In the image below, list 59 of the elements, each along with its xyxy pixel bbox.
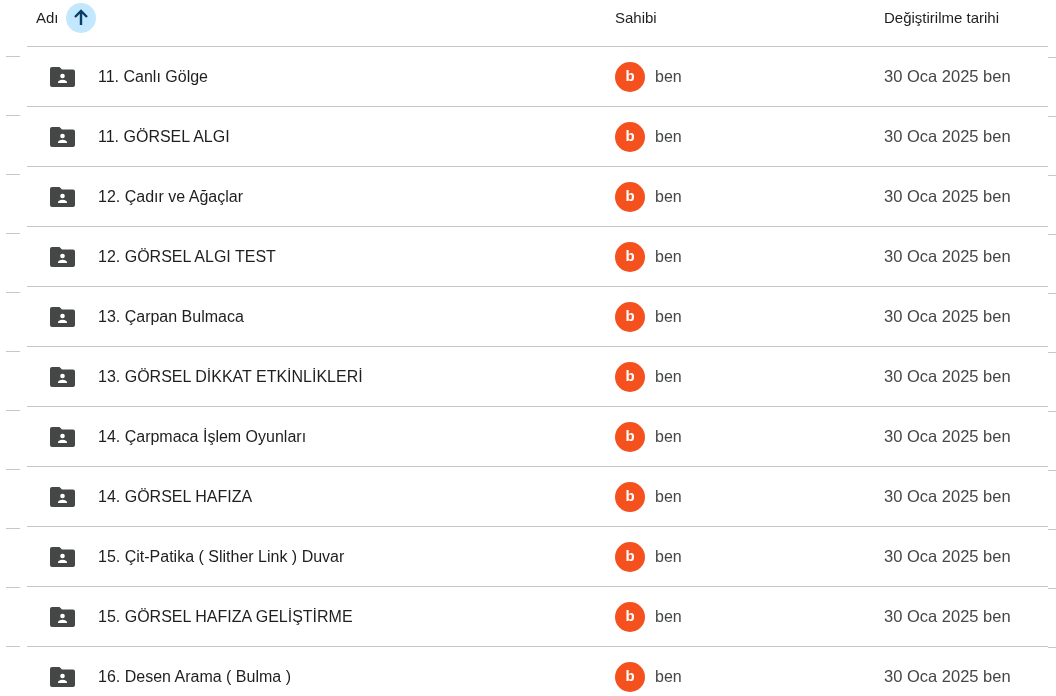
owner-avatar: b [615,541,645,572]
folder-name: 15. GÖRSEL HAFIZA GELİŞTİRME [98,606,353,627]
folder-person-icon [50,186,75,207]
folder-name: 14. GÖRSEL HAFIZA [98,486,253,507]
folder-person-icon [50,306,75,327]
modified-date: 30 Oca 2025 ben [884,546,1011,568]
folder-name: 11. GÖRSEL ALGI [98,126,230,147]
modified-date: 30 Oca 2025 ben [884,246,1011,268]
modified-date: 30 Oca 2025 ben [884,666,1011,688]
owner-avatar: b [615,421,645,452]
owner-avatar: b [615,361,645,392]
folder-name: 11. Canlı Gölge [98,66,208,87]
modified-date: 30 Oca 2025 ben [884,306,1011,328]
owner-name: ben [655,306,682,327]
owner-name: ben [655,246,682,267]
owner-name: ben [655,66,682,87]
folder-name: 16. Desen Arama ( Bulma ) [98,666,291,687]
arrow-up-icon[interactable] [65,3,96,33]
owner-avatar: b [615,61,645,92]
folder-name: 13. Çarpan Bulmaca [98,306,244,327]
owner-name: ben [655,606,682,627]
modified-date: 30 Oca 2025 ben [884,366,1011,388]
folder-name: 15. Çit-Patika ( Slither Link ) Duvar [98,546,345,567]
modified-date: 30 Oca 2025 ben [884,426,1011,448]
owner-avatar: b [615,241,645,272]
owner-name: ben [655,546,682,567]
folder-name: 12. Çadır ve Ağaçlar [98,186,243,207]
modified-date: 30 Oca 2025 ben [884,606,1011,628]
folder-name: 13. GÖRSEL DİKKAT ETKİNLİKLERİ [98,366,363,387]
modified-date: 30 Oca 2025 ben [884,486,1011,508]
owner-avatar: b [615,481,645,512]
owner-avatar: b [615,181,645,212]
column-header[interactable]: Sahibi [615,6,657,30]
owner-name: ben [655,126,682,147]
modified-date: 30 Oca 2025 ben [884,126,1011,148]
owner-name: ben [655,426,682,447]
folder-person-icon [50,666,75,687]
column-header[interactable]: Adı [36,6,59,30]
folder-person-icon [50,126,75,147]
folder-person-icon [50,66,75,87]
owner-name: ben [655,486,682,507]
modified-date: 30 Oca 2025 ben [884,66,1011,88]
owner-avatar: b [615,121,645,152]
owner-avatar: b [615,301,645,332]
owner-name: ben [655,186,682,207]
modified-date: 30 Oca 2025 ben [884,186,1011,208]
folder-person-icon [50,246,75,267]
folder-person-icon [50,606,75,627]
owner-name: ben [655,666,682,687]
owner-avatar: b [615,601,645,632]
folder-person-icon [50,366,75,387]
folder-person-icon [50,426,75,447]
owner-name: ben [655,366,682,387]
folder-name: 14. Çarpmaca İşlem Oyunları [98,426,307,447]
owner-avatar: b [615,661,645,692]
folder-person-icon [50,546,75,567]
column-header[interactable]: Değiştirilme tarihi [884,6,1000,30]
folder-person-icon [50,486,75,507]
folder-name: 12. GÖRSEL ALGI TEST [98,246,276,267]
